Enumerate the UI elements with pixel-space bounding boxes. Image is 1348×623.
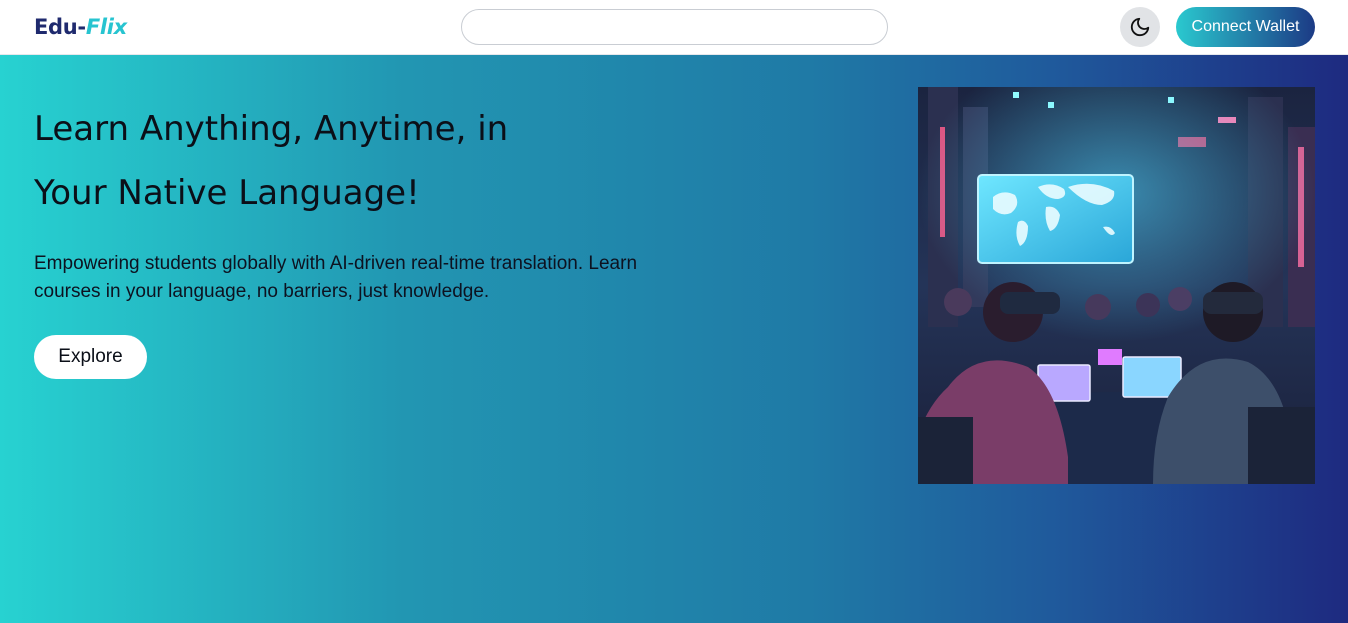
hero-headline: Learn Anything, Anytime, in Your Native … bbox=[34, 97, 674, 225]
logo-text-edu: Edu- bbox=[34, 15, 86, 39]
hero-illustration bbox=[918, 87, 1315, 484]
hero-section: Learn Anything, Anytime, in Your Native … bbox=[0, 55, 1348, 623]
logo-text-flix: Flix bbox=[85, 15, 127, 39]
theme-toggle-button[interactable] bbox=[1120, 7, 1160, 47]
moon-icon bbox=[1130, 17, 1150, 37]
hero-image bbox=[918, 87, 1315, 484]
explore-button[interactable]: Explore bbox=[34, 335, 147, 379]
hero-description: Empowering students globally with AI-dri… bbox=[34, 253, 638, 302]
logo[interactable]: Edu-Flix bbox=[34, 15, 127, 39]
headline-line-1: Learn Anything, Anytime, in bbox=[34, 109, 509, 149]
connect-wallet-button[interactable]: Connect Wallet bbox=[1176, 7, 1315, 47]
search-input[interactable] bbox=[461, 9, 888, 45]
navbar: Edu-Flix Connect Wallet bbox=[0, 0, 1348, 55]
headline-line-2: Your Native Language! bbox=[34, 173, 420, 213]
